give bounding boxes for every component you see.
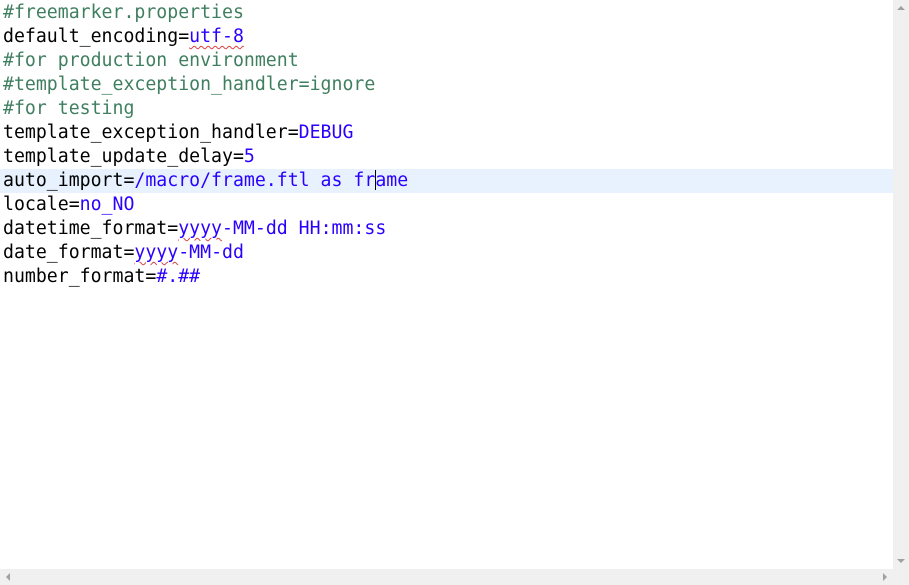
editor-line-2[interactable]: default_encoding=utf-8 [0,25,893,49]
property-value: -MM-dd [178,242,244,263]
comment-text: #template_exception_handler=ignore [3,74,376,95]
property-key: datetime_format= [3,218,179,239]
text-area[interactable]: #freemarker.properties default_encoding=… [0,0,893,569]
scrollbar-corner [893,569,909,585]
property-key: number_format= [3,266,157,287]
scroll-down-arrow-icon[interactable] [893,553,909,569]
editor-line-1[interactable]: #freemarker.properties [0,1,893,25]
editor-line-6[interactable]: template_exception_handler=DEBUG [0,121,893,145]
property-value: DEBUG [298,122,354,143]
scroll-left-arrow-icon[interactable] [0,569,16,585]
editor-line-7[interactable]: template_update_delay=5 [0,145,893,169]
property-value-after-caret: ame [375,170,409,191]
editor-line-3[interactable]: #for production environment [0,49,893,73]
property-value-misspelled: yyyy [134,242,179,263]
property-value: no_NO [79,194,135,215]
comment-text: #for production environment [3,50,299,71]
vertical-scrollbar[interactable] [893,0,909,569]
properties-editor[interactable]: #freemarker.properties default_encoding=… [0,0,909,585]
scroll-right-arrow-icon[interactable] [877,569,893,585]
editor-line-10[interactable]: datetime_format=yyyy-MM-dd HH:mm:ss [0,217,893,241]
property-key: auto_import= [3,170,135,191]
property-value: utf-8 [189,26,244,47]
property-key: template_update_delay= [3,146,244,167]
horizontal-scrollbar[interactable] [0,569,893,585]
scroll-up-arrow-icon[interactable] [893,0,909,16]
editor-line-11[interactable]: date_format=yyyy-MM-dd [0,241,893,265]
comment-text: #for testing [3,98,135,119]
comment-text: #freemarker.properties [3,2,244,23]
property-key: default_encoding= [3,26,190,47]
editor-line-9[interactable]: locale=no_NO [0,193,893,217]
property-value: #.## [156,266,201,287]
property-key: locale= [3,194,80,215]
property-value-misspelled: yyyy [178,218,223,239]
property-value: -MM-dd HH:mm:ss [222,218,387,239]
editor-line-8-current[interactable]: auto_import=/macro/frame.ftl as frame [0,169,893,193]
property-value-before-caret: /macro/frame.ftl as fr [134,170,376,191]
property-key: date_format= [3,242,135,263]
property-key: template_exception_handler= [3,122,299,143]
property-value: 5 [243,146,255,167]
editor-line-5[interactable]: #for testing [0,97,893,121]
editor-line-12[interactable]: number_format=#.## [0,265,893,289]
editor-line-4[interactable]: #template_exception_handler=ignore [0,73,893,97]
